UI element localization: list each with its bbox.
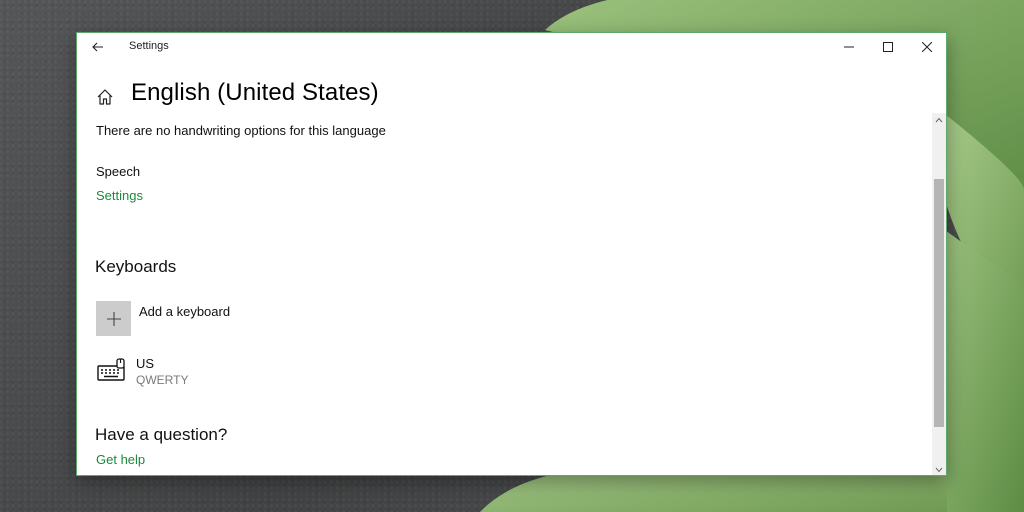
back-arrow-icon (92, 42, 103, 52)
get-help-link[interactable]: Get help (96, 452, 145, 467)
vertical-scrollbar[interactable] (932, 113, 946, 475)
close-icon (921, 42, 932, 52)
plus-icon (106, 311, 121, 326)
keyboard-icon (97, 358, 125, 381)
handwriting-note: There are no handwriting options for thi… (96, 123, 386, 138)
minimize-button[interactable] (829, 33, 868, 61)
keyboard-layout: QWERTY (136, 373, 189, 387)
window-controls (829, 33, 946, 61)
scroll-thumb[interactable] (934, 179, 944, 427)
maximize-button[interactable] (868, 33, 907, 61)
add-keyboard-button[interactable]: Add a keyboard (96, 301, 230, 336)
keyboard-list-item[interactable]: US QWERTY (97, 355, 188, 389)
home-button[interactable] (95, 87, 115, 107)
close-button[interactable] (907, 33, 946, 61)
app-title: Settings (129, 40, 169, 52)
keyboard-name: US (136, 356, 155, 371)
minimize-icon (843, 46, 854, 48)
scroll-up-button[interactable] (932, 113, 946, 127)
plus-tile (96, 301, 131, 336)
keyboards-heading: Keyboards (95, 257, 177, 276)
maximize-icon (882, 42, 893, 52)
page-title: English (United States) (131, 79, 379, 106)
speech-settings-link[interactable]: Settings (96, 188, 143, 203)
chevron-down-icon (935, 467, 943, 473)
add-keyboard-label: Add a keyboard (139, 304, 231, 319)
title-bar: Settings (77, 33, 946, 61)
home-icon (97, 89, 113, 105)
chevron-up-icon (935, 117, 943, 123)
settings-window: Settings English (United States) There a… (76, 32, 947, 476)
keyboard-text: US QWERTY (136, 355, 188, 389)
back-button[interactable] (85, 35, 111, 59)
speech-label: Speech (96, 164, 141, 179)
help-heading: Have a question? (95, 425, 228, 444)
scroll-down-button[interactable] (932, 463, 946, 475)
